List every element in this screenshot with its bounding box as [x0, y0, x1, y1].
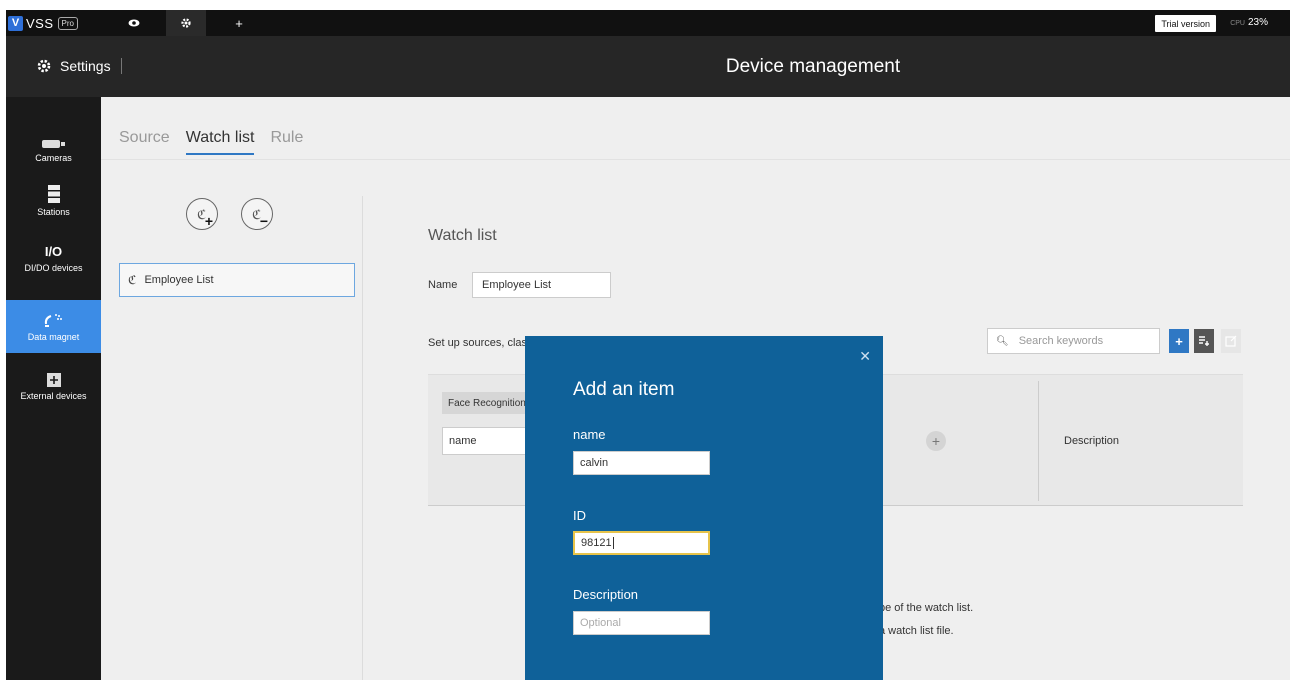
magnet-icon [44, 314, 62, 327]
dialog-title: Add an item [573, 379, 675, 400]
page-header: Settings Device management [6, 36, 1290, 97]
top-bar: V VSS Pro + Trial version CPU 23% [6, 10, 1290, 36]
export-button[interactable] [1221, 329, 1241, 353]
sidebar-item-label: DI/DO devices [24, 263, 83, 273]
tab-source[interactable]: Source [119, 129, 170, 155]
cpu-label: CPU [1230, 20, 1245, 27]
divider [101, 159, 1290, 160]
close-icon[interactable]: ✕ [859, 348, 871, 365]
add-tab-button[interactable]: + [228, 10, 250, 36]
id-field-value: 98121 [581, 537, 612, 549]
plus-icon: + [235, 15, 243, 31]
section-title: Watch list [428, 227, 497, 244]
plus-icon: + [204, 213, 213, 229]
add-item-button[interactable]: + [1169, 329, 1189, 353]
tab-watch-list[interactable]: Watch list [185, 129, 255, 155]
cpu-value: 23% [1247, 17, 1268, 28]
sidebar-item-label: Stations [37, 207, 70, 217]
sidebar-item-label: Cameras [35, 153, 72, 163]
description-field[interactable]: Optional [573, 611, 710, 635]
subtabs: Source Watch list Rule [119, 129, 303, 155]
text-cursor [612, 537, 614, 549]
id-field-label: ID [573, 508, 586, 523]
id-field[interactable]: 98121 [573, 531, 710, 555]
list-item[interactable]: ℭ Employee List [119, 263, 355, 297]
export-icon [1225, 335, 1237, 347]
watchlist-name-input[interactable]: Employee List [472, 272, 611, 298]
page-title: Device management [725, 56, 901, 77]
hint-text: pe of the watch list. [879, 602, 974, 614]
sidebar-item-data-magnet[interactable]: Data magnet [6, 300, 101, 353]
tab-liveview[interactable] [116, 10, 152, 36]
sidebar-item-label: Data magnet [27, 332, 80, 342]
list-import-icon [1199, 336, 1209, 346]
sidebar: Cameras Stations I/O DI/DO devices Data … [6, 97, 101, 680]
search-input[interactable]: 🔍︎ Search keywords [987, 328, 1160, 354]
search-icon: 🔍︎ [996, 335, 1009, 347]
eye-icon [128, 19, 140, 27]
hint-text: a watch list file. [879, 625, 954, 637]
search-placeholder: Search keywords [1018, 335, 1104, 347]
cpu-usage: CPU 23% [1230, 17, 1268, 28]
import-list-button[interactable] [1194, 329, 1214, 353]
name-label: Name [428, 279, 458, 291]
add-item-dialog: ✕ Add an item name calvin ID 98121 Descr… [525, 336, 883, 680]
divider [1038, 381, 1039, 501]
remove-watchlist-button[interactable]: ℭ − [241, 198, 273, 230]
plus-icon: + [1175, 333, 1183, 349]
tab-settings[interactable] [166, 10, 206, 36]
gear-icon [181, 18, 191, 28]
add-column-button[interactable]: + [926, 431, 946, 451]
logo-text: VSS [26, 15, 54, 31]
description-column-header: Description [1064, 435, 1120, 447]
sidebar-item-external-devices[interactable]: External devices [6, 359, 101, 411]
vivotek-logo-icon: V [8, 15, 23, 31]
sidebar-item-dido[interactable]: I/O DI/DO devices [6, 231, 101, 283]
tab-rule[interactable]: Rule [270, 129, 303, 155]
divider [362, 196, 363, 680]
plus-icon: + [931, 433, 941, 449]
camera-icon [41, 140, 65, 148]
magnet-icon: ℭ [128, 273, 137, 287]
minus-icon: − [259, 213, 268, 229]
add-watchlist-button[interactable]: ℭ + [186, 198, 218, 230]
list-item-label: Employee List [144, 274, 214, 286]
sidebar-item-stations[interactable]: Stations [6, 175, 101, 227]
io-icon: I/O [44, 244, 63, 259]
name-field-label: name [573, 427, 606, 442]
trial-version-badge[interactable]: Trial version [1155, 15, 1216, 32]
external-device-icon [46, 373, 61, 387]
setup-instructions: Set up sources, classifi [428, 337, 541, 349]
server-icon [47, 185, 60, 203]
name-field[interactable]: calvin [573, 451, 710, 475]
pro-badge: Pro [57, 16, 78, 30]
sidebar-item-cameras[interactable]: Cameras [6, 121, 101, 173]
app-logo: V VSS Pro [8, 14, 78, 32]
description-field-label: Description [573, 587, 639, 602]
sidebar-item-label: External devices [20, 391, 87, 401]
